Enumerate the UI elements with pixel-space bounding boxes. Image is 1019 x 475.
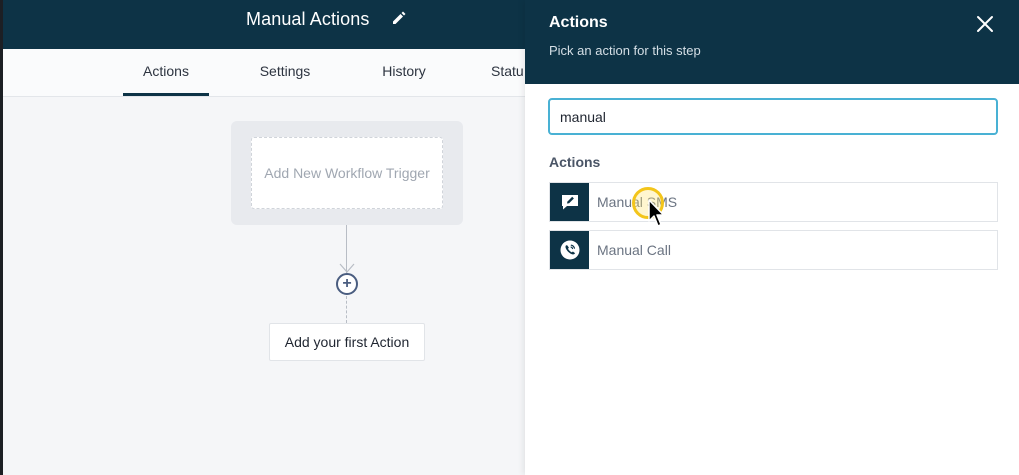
add-first-action-button[interactable]: Add your first Action (269, 323, 425, 361)
action-item-manual-call[interactable]: Manual Call (549, 230, 998, 270)
add-trigger-button[interactable]: Add New Workflow Trigger (251, 137, 443, 209)
tab-history[interactable]: History (368, 49, 440, 96)
phone-icon (550, 231, 589, 269)
actions-panel: Actions Pick an action for this step Act… (525, 0, 1019, 475)
panel-subtitle: Pick an action for this step (549, 43, 701, 58)
mouse-pointer-icon (648, 199, 665, 227)
action-search-input[interactable] (548, 98, 998, 135)
panel-header: Actions Pick an action for this step (525, 0, 1019, 84)
close-icon[interactable] (974, 13, 996, 35)
sms-icon (550, 183, 589, 221)
workflow-canvas: Add New Workflow Trigger + Add your firs… (3, 97, 525, 475)
tab-settings[interactable]: Settings (244, 49, 326, 96)
add-step-plus-icon[interactable]: + (336, 273, 358, 295)
panel-title: Actions (549, 14, 608, 31)
tab-bar: Actions Settings History Statu (3, 49, 525, 97)
arrow-down-icon (339, 263, 355, 273)
workflow-title[interactable]: Manual Actions (246, 8, 369, 30)
tab-actions[interactable]: Actions (123, 49, 209, 96)
dashed-connector (346, 296, 347, 323)
action-label-manual-call: Manual Call (597, 242, 671, 258)
action-item-manual-sms[interactable]: Manual SMS (549, 182, 998, 222)
trigger-card: Add New Workflow Trigger (231, 121, 463, 225)
pencil-icon[interactable] (392, 11, 406, 25)
section-label-actions: Actions (549, 154, 601, 170)
